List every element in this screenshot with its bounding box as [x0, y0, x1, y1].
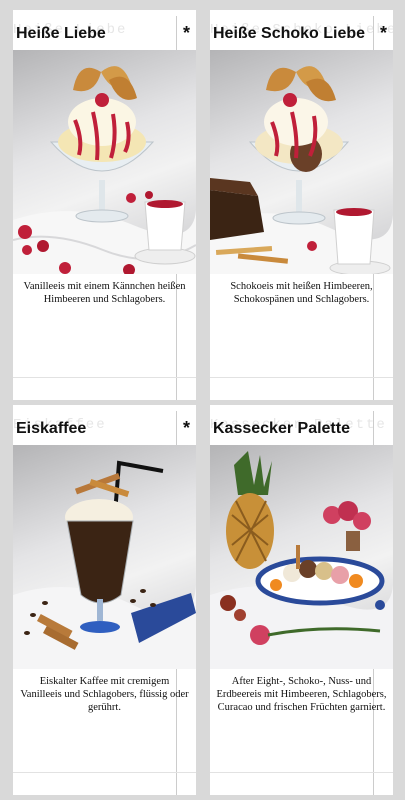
chocolate-sundae-icon	[210, 50, 393, 274]
marker-star: *	[379, 23, 387, 43]
marker-star: *	[182, 418, 190, 438]
menu-card-heisse-schoko-liebe: Heiße Schoko Liebe Heiße Schoko Liebe *	[210, 10, 393, 400]
marker-star: *	[182, 23, 190, 43]
ice-cream-sundae-icon	[13, 50, 196, 274]
menu-card-heisse-liebe: Heiße Liebe Heiße Liebe * Vanilleeis mit…	[13, 10, 196, 400]
menu-card-eiskaffee: Eiskaffee Eiskaffee * Eiskalter Kaffee m…	[13, 405, 196, 795]
card-description: Schokoeis mit heißen Himbeeren, Schokosp…	[230, 281, 373, 305]
iced-coffee-icon	[13, 445, 196, 669]
card-title: Heiße Liebe	[16, 25, 106, 42]
card-title: Kassecker Palette	[213, 420, 350, 437]
guide-line-horizontal	[13, 772, 196, 773]
card-description: After Eight-, Schoko-, Nuss- und Erdbeer…	[216, 676, 387, 713]
card-title: Heiße Schoko Liebe	[213, 25, 366, 42]
guide-line-horizontal	[13, 377, 196, 378]
menu-card-kassecker-palette: Kassecker Palette Kassecker Palette Afte…	[210, 405, 393, 795]
card-title: Eiskaffee	[16, 420, 87, 437]
card-description: Vanilleeis mit einem Kännchen heißen Him…	[23, 281, 186, 305]
guide-line-horizontal	[210, 377, 393, 378]
card-description: Eiskalter Kaffee mit cremigem Vanilleeis…	[20, 676, 189, 713]
ice-cream-platter-icon	[210, 445, 393, 669]
guide-line-horizontal	[210, 772, 393, 773]
